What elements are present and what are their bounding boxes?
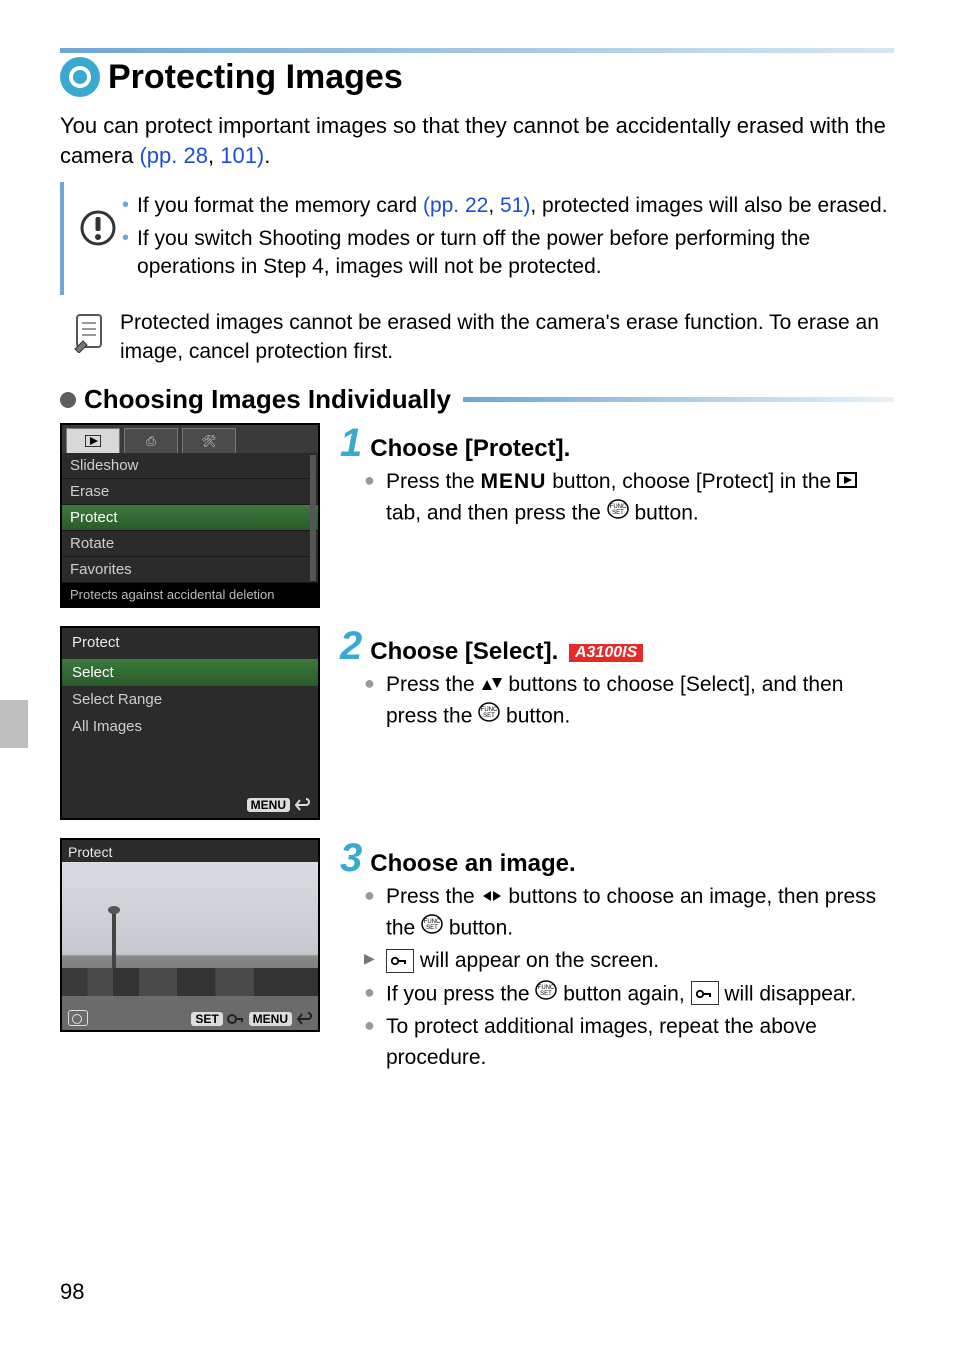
note-text: Protected images cannot be erased with t… bbox=[120, 309, 894, 366]
subheading-rule bbox=[463, 397, 894, 402]
tab-print: ⎙ bbox=[124, 428, 178, 453]
step1-instruction: Press the MENU button, choose [Protect] … bbox=[386, 467, 894, 529]
caution-box: • If you format the memory card (pp. 22,… bbox=[60, 182, 894, 295]
title-bullet-icon bbox=[60, 57, 100, 97]
submenu-all-images: All Images bbox=[62, 713, 318, 740]
caution1-link-51[interactable]: 51) bbox=[500, 194, 530, 217]
intro-text-mid: , bbox=[208, 143, 220, 168]
step-number-2: 2 bbox=[340, 626, 362, 666]
subheading: Choosing Images Individually bbox=[84, 384, 451, 415]
svg-text:SET: SET bbox=[541, 991, 553, 997]
step-2: Protect Select Select Range All Images M… bbox=[60, 626, 894, 820]
caution1-b: , protected images will also be erased. bbox=[530, 194, 887, 217]
tab-tools: 🛠 bbox=[182, 428, 236, 453]
step1-title: Choose [Protect]. bbox=[370, 435, 570, 463]
func-set-icon: FUNCSET bbox=[535, 979, 557, 1010]
page-title: Protecting Images bbox=[108, 58, 403, 97]
menu-row-slideshow: Slideshow bbox=[62, 453, 318, 479]
step3-line3: If you press the FUNCSET button again, w… bbox=[386, 979, 856, 1010]
protect-key-icon bbox=[691, 981, 719, 1005]
back-arrow-icon bbox=[296, 1012, 312, 1026]
shot3-menu: MENU bbox=[249, 1012, 292, 1026]
subheading-bullet-icon bbox=[60, 392, 76, 408]
menu-row-favorites: Favorites bbox=[62, 557, 318, 583]
shot3-set: SET bbox=[191, 1012, 222, 1026]
title-row: Protecting Images bbox=[60, 57, 894, 97]
step2-instruction: Press the buttons to choose [Select], an… bbox=[386, 670, 894, 732]
svg-text:SET: SET bbox=[612, 510, 624, 516]
caution2-text: If you switch Shooting modes or turn off… bbox=[137, 225, 894, 282]
caution1-link-pp22[interactable]: (pp. 22 bbox=[423, 194, 488, 217]
intro-link-pp28[interactable]: (pp. 28 bbox=[139, 143, 208, 168]
screenshot-playback-menu: ⎙ 🛠 Slideshow Erase Protect Rotate Favor… bbox=[60, 423, 320, 608]
func-set-icon: FUNCSET bbox=[421, 913, 443, 944]
caution1-mid: , bbox=[488, 194, 500, 217]
step-number-1: 1 bbox=[340, 423, 362, 463]
screenshot-protect-submenu: Protect Select Select Range All Images M… bbox=[60, 626, 320, 820]
shot2-menu-back: MENU bbox=[247, 798, 310, 812]
step2-title: Choose [Select]. A3100IS bbox=[370, 638, 643, 666]
step3-title: Choose an image. bbox=[370, 850, 575, 878]
step-number-3: 3 bbox=[340, 838, 362, 878]
caution1-a: If you format the memory card bbox=[137, 194, 423, 217]
step3-line4: To protect additional images, repeat the… bbox=[386, 1012, 894, 1073]
svg-text:SET: SET bbox=[483, 713, 495, 719]
caution-icon bbox=[74, 210, 122, 246]
title-rule bbox=[60, 48, 894, 53]
submenu-select: Select bbox=[62, 659, 318, 686]
step3-line1: Press the buttons to choose an image, th… bbox=[386, 882, 894, 944]
up-down-icon bbox=[481, 670, 503, 700]
protect-key-icon bbox=[227, 1012, 245, 1026]
screenshot-protect-image: Protect SET MENU bbox=[60, 838, 320, 1032]
svg-text:SET: SET bbox=[426, 925, 438, 931]
step-1: ⎙ 🛠 Slideshow Erase Protect Rotate Favor… bbox=[60, 423, 894, 608]
menu-row-rotate: Rotate bbox=[62, 531, 318, 557]
menu-help-text: Protects against accidental deletion bbox=[62, 583, 318, 606]
left-right-icon bbox=[481, 882, 503, 912]
menu-row-protect: Protect bbox=[62, 505, 318, 531]
menu-button-label: MENU bbox=[481, 470, 547, 493]
orientation-icon bbox=[68, 1010, 88, 1026]
func-set-icon: FUNCSET bbox=[478, 701, 500, 732]
intro-text-end: . bbox=[264, 143, 270, 168]
playback-tab-icon bbox=[837, 467, 857, 497]
menu-row-erase: Erase bbox=[62, 479, 318, 505]
note-row: Protected images cannot be erased with t… bbox=[60, 309, 894, 366]
page-number: 98 bbox=[60, 1279, 84, 1305]
protect-key-icon bbox=[386, 949, 414, 973]
caution-item-1: • If you format the memory card (pp. 22,… bbox=[122, 192, 894, 220]
step-3: Protect SET MENU 3 Choos bbox=[60, 838, 894, 1075]
caution-item-2: • If you switch Shooting modes or turn o… bbox=[122, 225, 894, 282]
side-tab bbox=[0, 700, 28, 748]
tab-playback bbox=[66, 428, 120, 453]
shot3-header: Protect bbox=[68, 844, 112, 860]
step3-line2: will appear on the screen. bbox=[386, 946, 659, 976]
intro-paragraph: You can protect important images so that… bbox=[60, 111, 894, 170]
pencil-note-icon bbox=[60, 309, 120, 353]
scrollbar bbox=[310, 455, 316, 581]
subheading-row: Choosing Images Individually bbox=[60, 384, 894, 415]
func-set-icon: FUNCSET bbox=[607, 498, 629, 529]
submenu-select-range: Select Range bbox=[62, 686, 318, 713]
shot2-header: Protect bbox=[62, 628, 318, 659]
back-arrow-icon bbox=[294, 798, 310, 812]
intro-link-101[interactable]: 101) bbox=[220, 143, 264, 168]
model-badge: A3100IS bbox=[569, 644, 643, 662]
